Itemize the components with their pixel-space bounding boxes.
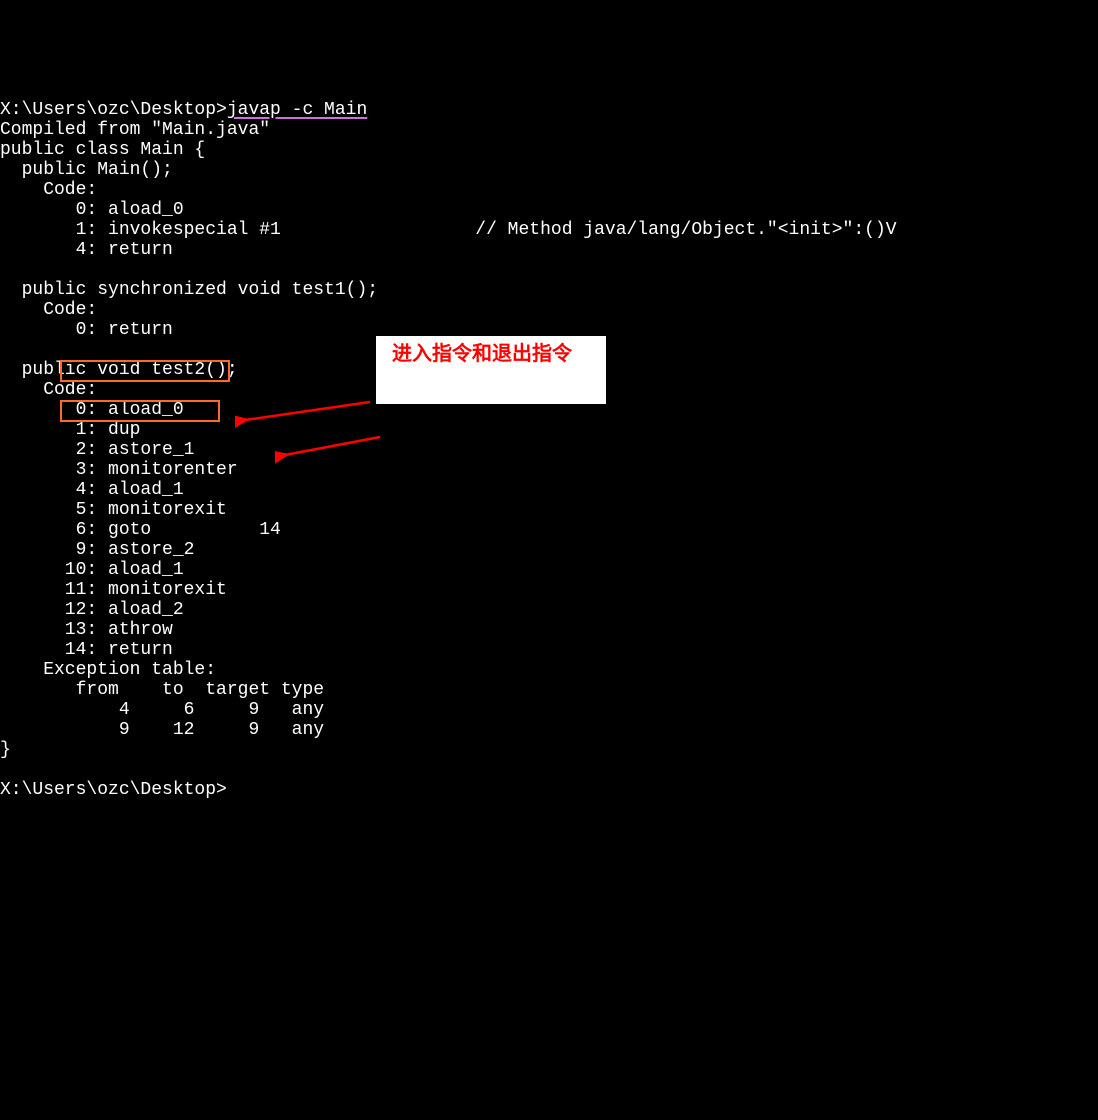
output-line: } <box>0 740 11 760</box>
output-line: 1: invokespecial #1 // Method java/lang/… <box>0 220 897 240</box>
prompt-line-1[interactable]: X:\Users\ozc\Desktop>javap -c Main <box>0 100 367 120</box>
output-line: public Main(); <box>0 160 173 180</box>
output-line: 0: aload_0 <box>0 400 184 420</box>
output-line: 0: aload_0 <box>0 200 184 220</box>
prompt-path-2: X:\Users\ozc\Desktop> <box>0 780 227 800</box>
output-line: Exception table: <box>0 660 216 680</box>
output-line: 13: athrow <box>0 620 173 640</box>
output-line: 10: aload_1 <box>0 560 184 580</box>
output-line: public class Main { <box>0 140 205 160</box>
output-line: 4: aload_1 <box>0 480 184 500</box>
output-line: 12: aload_2 <box>0 600 184 620</box>
output-line: 1: dup <box>0 420 140 440</box>
output-line: 0: return <box>0 320 173 340</box>
output-line: Code: <box>0 180 97 200</box>
prompt-line-2[interactable]: X:\Users\ozc\Desktop> <box>0 780 227 800</box>
output-line: 5: monitorexit <box>0 500 227 520</box>
prompt-path-1: X:\Users\ozc\Desktop> <box>0 100 227 120</box>
output-line: Code: <box>0 300 97 320</box>
output-line: 9 12 9 any <box>0 720 324 740</box>
output-line: 11: monitorexit <box>0 580 227 600</box>
output-line: 3: monitorenter <box>0 460 238 480</box>
output-line: 9: astore_2 <box>0 540 194 560</box>
output-line: public void test2(); <box>0 360 238 380</box>
annotation-label: 进入指令和退出指令 <box>376 336 606 404</box>
output-line: from to target type <box>0 680 324 700</box>
annotation-text: 进入指令和退出指令 <box>392 343 572 365</box>
output-line: public synchronized void test1(); <box>0 280 378 300</box>
terminal-output: X:\Users\ozc\Desktop>javap -c Main Compi… <box>0 80 1098 800</box>
command-text: javap -c Main <box>227 100 367 120</box>
output-line: 4: return <box>0 240 173 260</box>
output-line: 14: return <box>0 640 173 660</box>
output-line: 2: astore_1 <box>0 440 194 460</box>
output-line: Compiled from "Main.java" <box>0 120 270 140</box>
output-line: Code: <box>0 380 97 400</box>
output-line: 6: goto 14 <box>0 520 281 540</box>
output-line: 4 6 9 any <box>0 700 324 720</box>
